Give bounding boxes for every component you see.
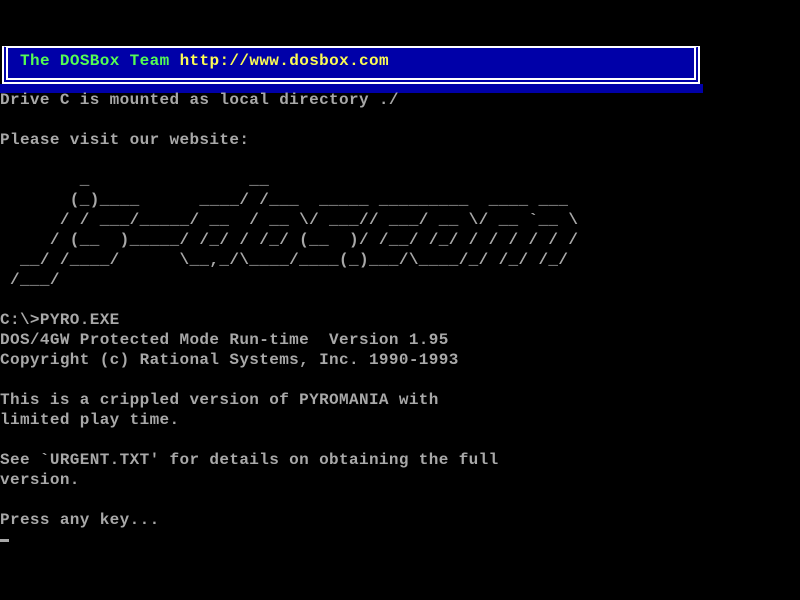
crippled-notice: limited play time.	[0, 410, 578, 430]
blank-line	[0, 490, 578, 510]
blank-line	[0, 370, 578, 390]
blank-line	[0, 430, 578, 450]
blank-line	[0, 110, 578, 130]
blank-line	[0, 150, 578, 170]
dos4gw-banner-line: DOS/4GW Protected Mode Run-time Version …	[0, 330, 578, 350]
blank-line	[0, 290, 578, 310]
ascii-logo-line: _ __	[0, 170, 578, 190]
title-spacer	[170, 52, 180, 70]
press-any-key: Press any key...	[0, 510, 578, 530]
prompt-command: C:\>PYRO.EXE	[0, 310, 578, 330]
urgent-notice: See `URGENT.TXT' for details on obtainin…	[0, 450, 578, 470]
dosbox-url-label: http://www.dosbox.com	[180, 52, 389, 70]
urgent-notice: version.	[0, 470, 578, 490]
ascii-logo-line: / (__ )_____/ /_/ / /_/ (__ )/ /__/ /_/ …	[0, 230, 578, 250]
console-output: Drive C is mounted as local directory ./…	[0, 90, 578, 530]
ascii-logo-line: / / ___/_____/ __ / __ \/ ___// ___/ __ …	[0, 210, 578, 230]
dosbox-team-label: The DOSBox Team	[20, 52, 170, 70]
dosbox-banner-box: The DOSBox Team http://www.dosbox.com	[2, 46, 700, 84]
text-cursor	[0, 539, 9, 542]
mount-message: Drive C is mounted as local directory ./	[0, 90, 578, 110]
ascii-logo-line: /___/	[0, 270, 578, 290]
ascii-logo-line: __/ /____/ \__,_/\____/____(_)___/\____/…	[0, 250, 578, 270]
dosbox-banner-title: The DOSBox Team http://www.dosbox.com	[8, 48, 694, 71]
ascii-logo-line: (_)____ ____/ /___ _____ _________ ____ …	[0, 190, 578, 210]
dos-screen[interactable]: The DOSBox Team http://www.dosbox.com Dr…	[0, 0, 800, 600]
crippled-notice: This is a crippled version of PYROMANIA …	[0, 390, 578, 410]
copyright-line: Copyright (c) Rational Systems, Inc. 199…	[0, 350, 578, 370]
website-message: Please visit our website:	[0, 130, 578, 150]
